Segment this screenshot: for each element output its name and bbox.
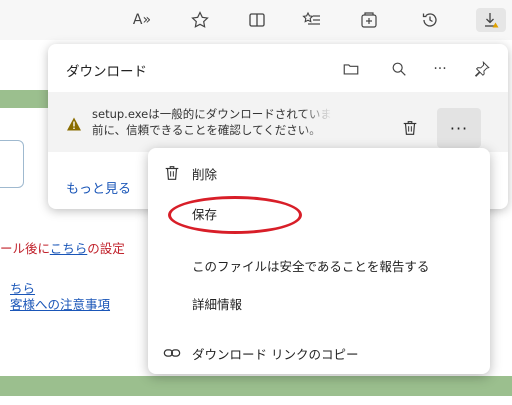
history-icon[interactable] [418, 8, 442, 32]
trash-icon [162, 163, 182, 183]
split-screen-icon[interactable] [245, 8, 269, 32]
page-link-kochira[interactable]: こちら [50, 241, 88, 256]
favorite-icon[interactable] [188, 8, 212, 32]
page-green-footer [0, 376, 512, 396]
downloads-title: ダウンロード [66, 64, 147, 80]
search-icon[interactable] [388, 58, 410, 80]
downloads-header: ダウンロード ··· [48, 44, 508, 92]
download-more-actions-button[interactable]: ··· [437, 108, 481, 148]
text-fade [302, 106, 332, 138]
more-actions-label: ··· [449, 118, 469, 138]
menu-label-details: 詳細情報 [192, 296, 243, 312]
menu-item-save[interactable]: 保存 [148, 196, 490, 230]
warning-line-1: setup.exeは一般的にダウンロードされていませ [92, 107, 332, 121]
more-options-icon[interactable]: ··· [429, 58, 451, 80]
warning-icon [67, 117, 81, 131]
page-link-notice[interactable]: 客様への注意事項 [10, 297, 110, 312]
page-line-3: 客様への注意事項 [10, 294, 110, 313]
favorites-list-icon[interactable] [300, 8, 324, 32]
page-input-box [0, 140, 24, 188]
pin-icon[interactable] [471, 58, 493, 80]
menu-item-report-safe[interactable]: このファイルは安全であることを報告する [148, 248, 490, 282]
menu-label-copy-link: ダウンロード リンクのコピー [192, 346, 359, 362]
menu-label-report-safe: このファイルは安全であることを報告する [192, 258, 430, 274]
open-folder-icon[interactable] [340, 58, 362, 80]
warning-line-2: 前に、信頼できることを確認してください。 [92, 123, 321, 137]
menu-label-delete: 削除 [192, 166, 218, 182]
download-context-menu: 削除 保存 このファイルは安全であることを報告する 詳細情報 ダウンロード リン… [148, 148, 490, 374]
browser-toolbar: A» [0, 0, 512, 40]
collections-icon[interactable] [357, 8, 381, 32]
menu-item-delete[interactable]: 削除 [148, 156, 490, 190]
page-line-1: ール後にこちらの設定 [0, 238, 125, 257]
link-icon [162, 343, 182, 363]
read-aloud-label: A» [132, 12, 152, 28]
trash-icon [403, 121, 417, 135]
downloads-icon[interactable] [476, 8, 506, 32]
download-warning-message: setup.exeは一般的にダウンロードされていませ 前に、信頼できることを確認… [92, 106, 332, 138]
page-red-text: ール後に [0, 241, 50, 256]
read-aloud-icon[interactable]: A» [130, 8, 154, 32]
see-more-link[interactable]: もっと見る [66, 178, 131, 197]
menu-item-copy-link[interactable]: ダウンロード リンクのコピー [148, 336, 490, 370]
menu-item-details[interactable]: 詳細情報 [148, 286, 490, 320]
header-more-label: ··· [433, 61, 447, 77]
menu-label-save: 保存 [192, 206, 218, 222]
page-red-tail: の設定 [87, 241, 125, 256]
delete-download-button[interactable] [398, 116, 422, 140]
